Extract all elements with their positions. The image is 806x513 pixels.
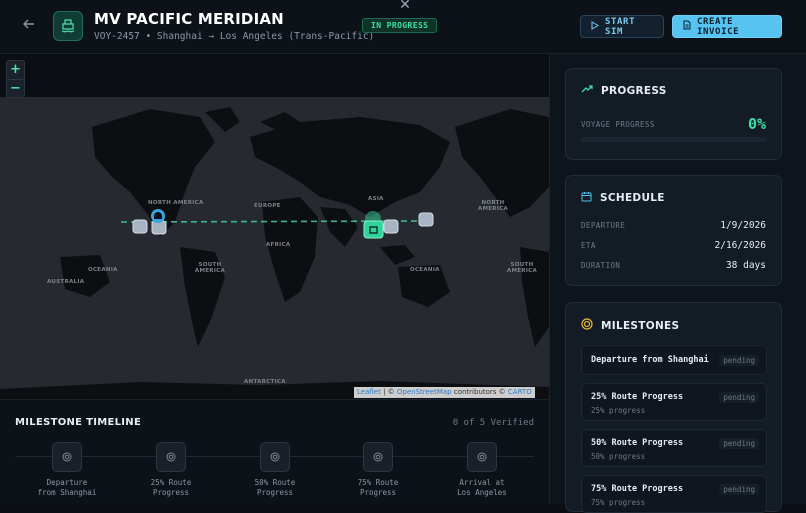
verified-count: 0 of 5 Verified bbox=[452, 418, 534, 428]
timeline-step[interactable]: Arrival at Los Angeles bbox=[437, 442, 527, 498]
timeline-step[interactable]: Departure from Shanghai bbox=[22, 442, 112, 498]
progress-bar bbox=[581, 137, 767, 142]
target-icon bbox=[467, 442, 497, 472]
create-invoice-label: CREATE INVOICE bbox=[697, 16, 740, 37]
map-label-europe: EUROPE bbox=[254, 203, 281, 209]
zoom-in-button[interactable]: + bbox=[7, 61, 24, 79]
leaflet-link[interactable]: Leaflet bbox=[357, 388, 381, 396]
map-attribution: Leaflet | © OpenStreetMap contributors ©… bbox=[354, 387, 535, 398]
zoom-out-button[interactable]: − bbox=[7, 79, 24, 97]
start-sim-label: START SIM bbox=[605, 16, 636, 37]
map-label-south-america: SOUTH AMERICA bbox=[194, 262, 226, 274]
back-arrow-icon[interactable] bbox=[22, 17, 40, 35]
play-icon bbox=[591, 20, 599, 33]
map-label-north-america-east: NORTH AMERICA bbox=[477, 200, 509, 212]
start-sim-button[interactable]: START SIM bbox=[580, 15, 664, 38]
trending-up-icon bbox=[581, 84, 593, 97]
voyage-progress-label: VOYAGE PROGRESS bbox=[581, 119, 655, 129]
target-icon bbox=[581, 318, 593, 333]
world-map[interactable]: NORTH AMERICA EUROPE ASIA AFRICA SOUTH A… bbox=[0, 97, 549, 399]
milestones-card: MILESTONES Departure from Shanghai pendi… bbox=[565, 302, 782, 513]
milestones-title: MILESTONES bbox=[601, 319, 680, 332]
osm-link[interactable]: OpenStreetMap bbox=[397, 388, 452, 396]
target-icon bbox=[52, 442, 82, 472]
schedule-title: SCHEDULE bbox=[600, 192, 665, 204]
milestone-item[interactable]: 25% Route Progress 25% progress pending bbox=[581, 383, 767, 421]
eta-date: 2/16/2026 bbox=[714, 240, 766, 251]
document-icon bbox=[683, 20, 691, 33]
map-label-asia: ASIA bbox=[368, 196, 384, 202]
calendar-icon bbox=[581, 191, 592, 205]
zoom-control: + − bbox=[6, 60, 25, 98]
map-top-band bbox=[0, 54, 549, 97]
top-header: MV PACIFIC MERIDIAN VOY-2457 • Shanghai … bbox=[0, 0, 806, 54]
progress-card: PROGRESS VOYAGE PROGRESS 0% bbox=[565, 68, 782, 160]
timeline-title: MILESTONE TIMELINE bbox=[15, 417, 142, 428]
departure-date: 1/9/2026 bbox=[720, 220, 766, 231]
status-badge: IN PROGRESS bbox=[362, 18, 438, 33]
details-sidebar[interactable]: PROGRESS VOYAGE PROGRESS 0% SCHEDULE DEP… bbox=[549, 54, 806, 513]
pending-badge: pending bbox=[719, 438, 759, 449]
progress-value: 0% bbox=[747, 115, 766, 133]
map-label-oceania: OCEANIA bbox=[88, 267, 118, 273]
schedule-card: SCHEDULE DEPARTURE 1/9/2026 ETA 2/16/202… bbox=[565, 175, 782, 286]
map-label-south-america-east: SOUTH AMERICA bbox=[506, 262, 538, 274]
target-icon bbox=[260, 442, 290, 472]
duration-value: 38 days bbox=[725, 260, 766, 271]
milestone-item[interactable]: Departure from Shanghai pending bbox=[581, 345, 767, 375]
voyage-subtitle: VOY-2457 • Shanghai → Los Angeles (Trans… bbox=[94, 31, 375, 42]
world-landmass bbox=[0, 107, 549, 399]
pending-badge: pending bbox=[719, 392, 759, 403]
carto-link[interactable]: CARTO bbox=[508, 388, 532, 396]
timeline-step[interactable]: 50% Route Progress bbox=[230, 442, 320, 498]
timeline-step[interactable]: 75% Route Progress bbox=[333, 442, 423, 498]
pending-badge: pending bbox=[719, 484, 759, 495]
milestone-item[interactable]: 75% Route Progress 75% progress pending bbox=[581, 475, 767, 513]
target-icon bbox=[363, 442, 393, 472]
map-label-north-america: NORTH AMERICA bbox=[148, 200, 204, 206]
target-icon bbox=[156, 442, 186, 472]
create-invoice-button[interactable]: CREATE INVOICE bbox=[672, 15, 782, 38]
map-label-africa: AFRICA bbox=[266, 242, 291, 248]
map-label-antarctica: ANTARCTICA bbox=[244, 379, 286, 385]
timeline-step[interactable]: 25% Route Progress bbox=[126, 442, 216, 498]
milestone-timeline: MILESTONE TIMELINE 0 of 5 Verified Depar… bbox=[0, 399, 549, 504]
progress-title: PROGRESS bbox=[601, 84, 667, 97]
milestone-item[interactable]: 50% Route Progress 50% progress pending bbox=[581, 429, 767, 467]
close-icon[interactable]: ✕ bbox=[392, 0, 418, 14]
map-label-australia: AUSTRALIA bbox=[47, 279, 85, 285]
ship-icon bbox=[53, 11, 83, 41]
vessel-title: MV PACIFIC MERIDIAN bbox=[94, 10, 284, 28]
pending-badge: pending bbox=[719, 355, 759, 366]
map-label-oceania-east: OCEANIA bbox=[410, 267, 440, 273]
